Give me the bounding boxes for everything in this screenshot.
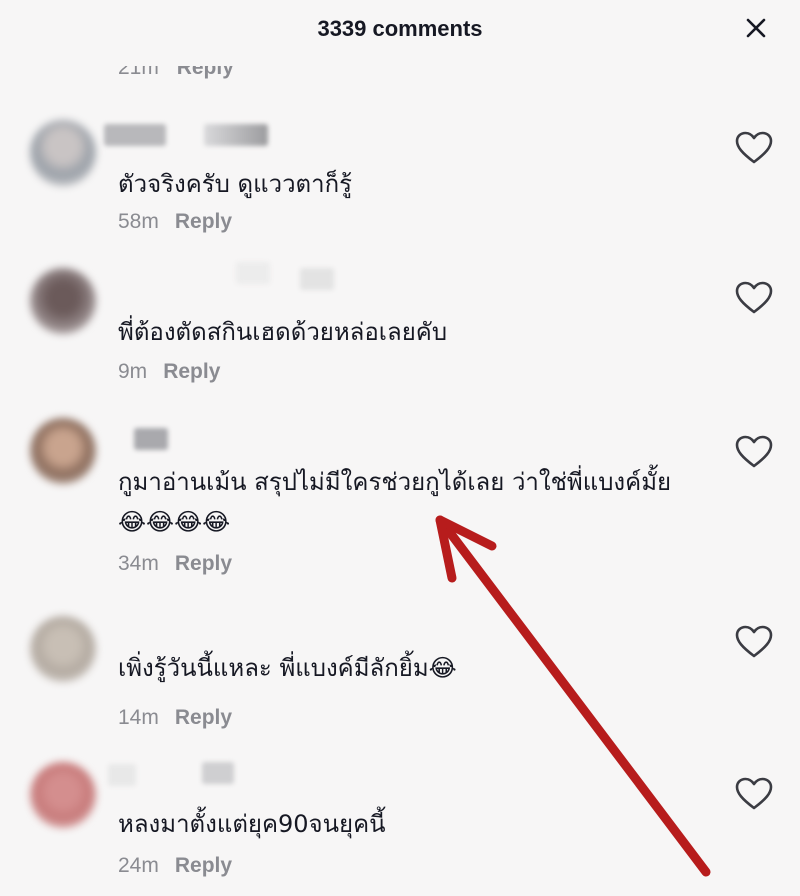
comment-meta: 9m Reply [118, 360, 220, 384]
avatar[interactable] [30, 268, 96, 334]
like-button[interactable] [734, 776, 774, 812]
comment-meta: 58m Reply [118, 210, 232, 234]
comment-meta: 24m Reply [118, 854, 232, 878]
comment-time: 14m [118, 706, 159, 729]
comment-time: 58m [118, 210, 159, 233]
like-button[interactable] [734, 624, 774, 660]
reply-button[interactable]: Reply [175, 854, 232, 877]
username[interactable] [104, 124, 166, 146]
reply-button[interactable]: Reply [175, 706, 232, 729]
username[interactable] [236, 262, 270, 284]
username[interactable] [134, 428, 168, 450]
comment-text: กูมาอ่านเม้น สรุปไม่มีใครช่วยกูได้เลย ว่… [118, 468, 672, 536]
comment-meta: 34m Reply [118, 552, 232, 576]
comment-text: เพิ่งรู้วันนี้แหละ พี่แบงค์มีลักยิ้ม😂 [118, 654, 457, 682]
username[interactable] [108, 764, 136, 786]
close-icon [746, 18, 766, 38]
comment-text: ตัวจริงครับ ดูแววตาก็รู้ [118, 170, 353, 198]
comment-text: พี่ต้องตัดสกินเฮดด้วยหล่อเลยคับ [118, 318, 448, 346]
reply-button[interactable]: Reply [177, 66, 234, 79]
comments-count-title: 3339 comments [317, 16, 483, 41]
avatar[interactable] [30, 762, 96, 828]
heart-outline-icon [735, 625, 773, 658]
heart-outline-icon [735, 435, 773, 468]
avatar[interactable] [30, 120, 96, 186]
avatar[interactable] [30, 418, 96, 484]
comment-meta: 14m Reply [118, 706, 232, 730]
comment-time: 9m [118, 360, 148, 383]
like-button[interactable] [734, 280, 774, 316]
heart-outline-icon [735, 777, 773, 810]
reply-button[interactable]: Reply [175, 210, 232, 233]
username-extra [300, 268, 334, 290]
avatar[interactable] [30, 616, 96, 682]
like-button[interactable] [734, 434, 774, 470]
comment-time: 34m [118, 552, 159, 575]
comment-time: 21m [118, 56, 159, 79]
comment-time: 24m [118, 854, 159, 877]
username-extra [204, 124, 268, 146]
partial-comment-meta: 21m Reply [118, 56, 234, 80]
like-button[interactable] [734, 130, 774, 166]
comment-text: หลงมาตั้งแต่ยุค90จนยุคนี้ [118, 810, 386, 838]
username-extra [202, 762, 234, 784]
heart-outline-icon [735, 131, 773, 164]
close-button[interactable] [742, 14, 770, 42]
comments-header: 3339 comments [0, 0, 800, 58]
heart-outline-icon [735, 281, 773, 314]
reply-button[interactable]: Reply [175, 552, 232, 575]
reply-button[interactable]: Reply [163, 360, 220, 383]
